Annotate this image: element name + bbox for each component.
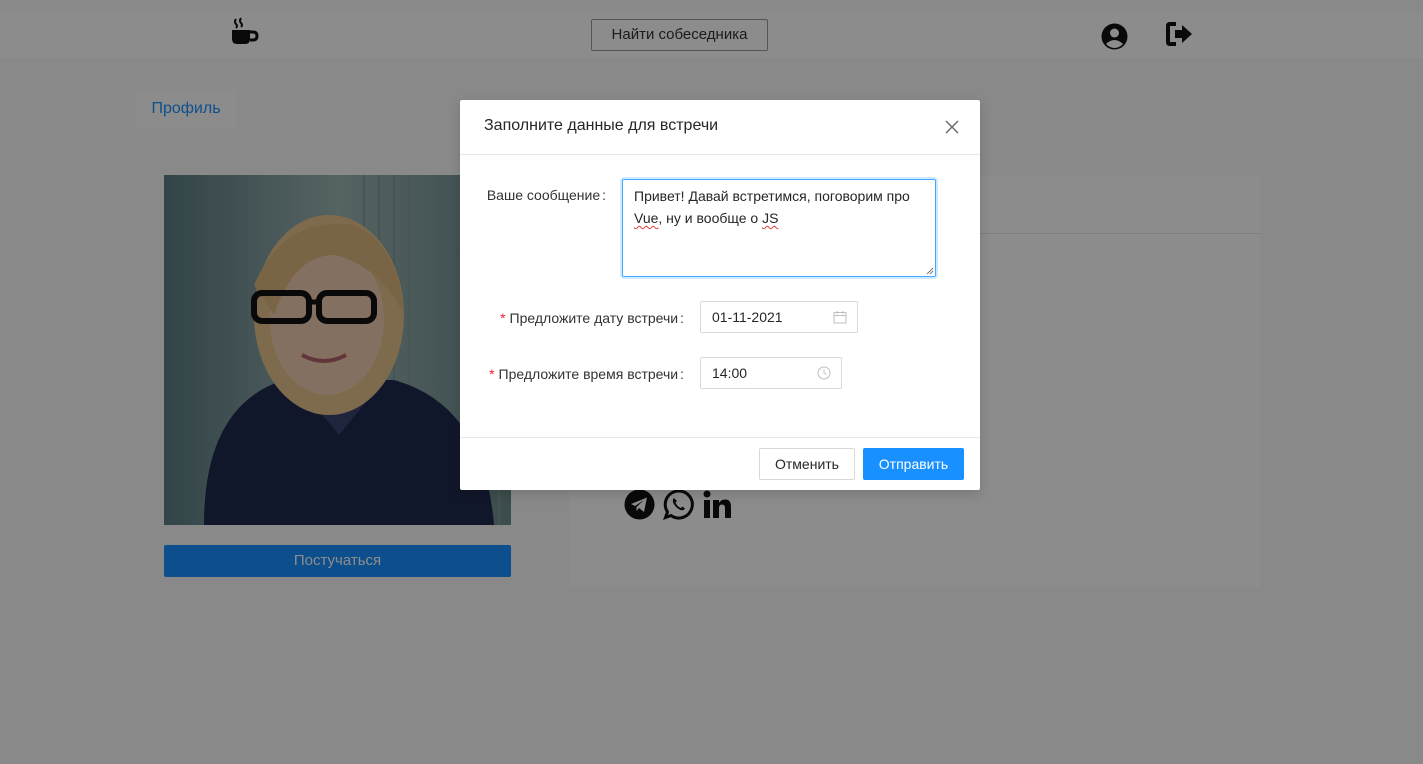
calendar-icon — [833, 311, 847, 324]
submit-button[interactable]: Отправить — [863, 448, 964, 480]
modal-footer: Отменить Отправить — [460, 437, 980, 490]
time-picker-input[interactable]: 14:00 — [700, 357, 842, 389]
date-picker-input[interactable]: 01-11-2021 — [700, 301, 858, 333]
close-icon[interactable] — [944, 119, 960, 135]
message-textarea[interactable]: Привет! Давай встретимся, поговорим про … — [622, 179, 936, 277]
resize-handle-icon[interactable] — [926, 267, 934, 275]
modal-header: Заполните данные для встречи — [460, 100, 980, 155]
meeting-modal: Заполните данные для встречи Ваше сообще… — [460, 100, 980, 490]
cancel-button[interactable]: Отменить — [759, 448, 855, 480]
modal-title: Заполните данные для встречи — [484, 117, 719, 134]
time-label: * Предложите время встречи: — [489, 366, 684, 382]
clock-icon — [817, 366, 831, 380]
message-label: Ваше сообщение: — [486, 187, 606, 203]
date-label: * Предложите дату встречи: — [500, 310, 684, 326]
